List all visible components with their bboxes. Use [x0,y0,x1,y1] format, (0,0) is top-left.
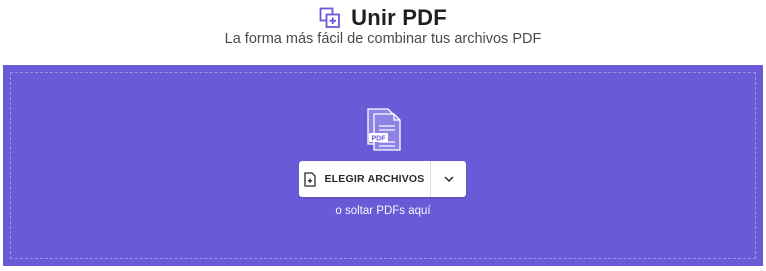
choose-files-label: ELEGIR ARCHIVOS [324,173,425,185]
pdf-label: PDF [372,135,387,142]
upload-source-dropdown-button[interactable] [431,161,466,197]
drop-hint-text: o soltar PDFs aquí [335,205,431,217]
add-file-icon [304,171,317,187]
pdf-files-icon: PDF [367,108,401,151]
choose-files-button[interactable]: ELEGIR ARCHIVOS [299,161,430,197]
upload-button-group: ELEGIR ARCHIVOS [299,161,466,197]
title-row: Unir PDF [0,5,766,31]
page-header: Unir PDF La forma más fácil de combinar … [0,0,766,64]
chevron-down-icon [443,176,454,182]
merge-pdf-icon [319,7,341,28]
page-title: Unir PDF [351,5,447,30]
file-dropzone[interactable]: PDF ELEGIR ARCHIVOS o soltar PDFs aquí [3,65,763,266]
page-subtitle: La forma más fácil de combinar tus archi… [224,31,542,47]
